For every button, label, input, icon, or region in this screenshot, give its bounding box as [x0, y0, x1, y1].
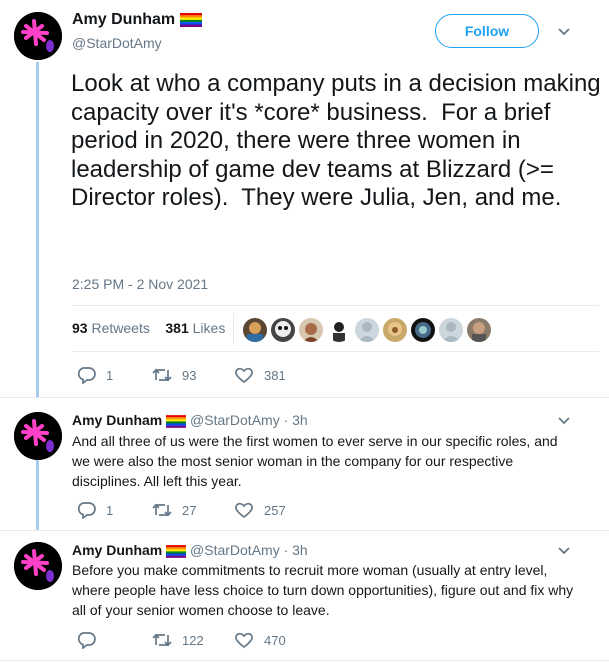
avatar[interactable] — [14, 412, 62, 460]
retweet-count: 27 — [182, 502, 197, 518]
likes-count: 381 — [165, 320, 189, 336]
star-logo-icon — [14, 12, 62, 60]
divider — [72, 351, 599, 352]
reply-header: Amy Dunham @StarDotAmy · 3h — [72, 412, 308, 428]
handle[interactable]: @StarDotAmy — [190, 542, 280, 558]
like-button[interactable]: 257 — [234, 501, 286, 519]
like-count: 257 — [264, 502, 286, 518]
liker-avatar[interactable] — [299, 318, 323, 342]
retweets-count: 93 — [72, 320, 88, 336]
follow-button[interactable]: Follow — [435, 14, 539, 48]
tweet-time[interactable]: · 3h — [284, 542, 308, 558]
retweet-icon — [152, 368, 172, 382]
retweet-count: 122 — [182, 632, 204, 648]
reply-count: 1 — [106, 367, 114, 383]
likes-label: Likes — [192, 320, 226, 336]
chevron-down-icon[interactable] — [557, 24, 571, 38]
chevron-down-icon[interactable] — [557, 543, 571, 557]
reply-button[interactable]: 1 — [76, 366, 113, 384]
like-count: 470 — [264, 632, 286, 648]
handle[interactable]: @StarDotAmy — [190, 412, 280, 428]
reply-icon — [77, 502, 96, 519]
tweet-time[interactable]: · 3h — [284, 412, 308, 428]
retweets-stat[interactable]: 93 Retweets — [72, 320, 150, 336]
retweets-label: Retweets — [91, 320, 150, 336]
retweet-button[interactable]: 122 — [152, 631, 204, 649]
display-name-text: Amy Dunham — [72, 11, 176, 28]
tweet-text: Before you make commitments to recruit m… — [72, 562, 574, 618]
chevron-down-icon[interactable] — [557, 413, 571, 427]
thread-line — [36, 460, 39, 530]
like-count: 381 — [264, 367, 286, 383]
reply-icon — [77, 367, 96, 384]
liker-avatar[interactable] — [243, 318, 267, 342]
retweet-count: 93 — [182, 367, 197, 383]
star-logo-icon — [14, 542, 62, 590]
reply-count: 1 — [106, 502, 114, 518]
engagement-stats: 93 Retweets 381 Likes — [72, 320, 225, 336]
stats-separator — [233, 313, 234, 345]
like-button[interactable]: 381 — [234, 366, 286, 384]
tweet-text: Look at who a company puts in a decision… — [71, 70, 608, 211]
heart-icon — [235, 502, 253, 519]
display-name[interactable]: Amy Dunham — [72, 11, 202, 29]
divider — [0, 530, 609, 531]
tweet-timestamp[interactable]: 2:25 PM - 2 Nov 2021 — [72, 276, 208, 292]
retweet-icon — [152, 633, 172, 647]
liker-avatar[interactable] — [355, 318, 379, 342]
liker-avatar[interactable] — [271, 318, 295, 342]
heart-icon — [235, 632, 253, 649]
thread-line — [36, 62, 39, 397]
liker-avatar[interactable] — [383, 318, 407, 342]
retweet-button[interactable]: 93 — [152, 366, 196, 384]
divider — [72, 305, 599, 306]
liker-avatar[interactable] — [439, 318, 463, 342]
avatar[interactable] — [14, 12, 62, 60]
reply-button[interactable]: 1 — [76, 501, 113, 519]
divider — [0, 397, 609, 398]
avatar[interactable] — [14, 542, 62, 590]
like-button[interactable]: 470 — [234, 631, 286, 649]
likes-stat[interactable]: 381 Likes — [165, 320, 225, 336]
rainbow-flag-icon — [166, 414, 187, 428]
divider — [0, 660, 609, 661]
heart-icon — [235, 367, 253, 384]
retweet-button[interactable]: 27 — [152, 501, 196, 519]
reply-button[interactable] — [76, 631, 106, 649]
rainbow-flag-icon — [166, 544, 187, 558]
handle[interactable]: @StarDotAmy — [72, 35, 162, 51]
liker-avatar[interactable] — [467, 318, 491, 342]
star-logo-icon — [14, 412, 62, 460]
display-name[interactable]: Amy Dunham — [72, 542, 162, 558]
reply-header: Amy Dunham @StarDotAmy · 3h — [72, 542, 308, 558]
retweet-icon — [152, 503, 172, 517]
liker-avatars — [243, 318, 491, 342]
tweet-text: And all three of us were the first women… — [72, 433, 558, 489]
liker-avatar[interactable] — [411, 318, 435, 342]
reply-icon — [77, 632, 96, 649]
liker-avatar[interactable] — [327, 318, 351, 342]
rainbow-flag-icon — [179, 12, 202, 27]
display-name[interactable]: Amy Dunham — [72, 412, 162, 428]
